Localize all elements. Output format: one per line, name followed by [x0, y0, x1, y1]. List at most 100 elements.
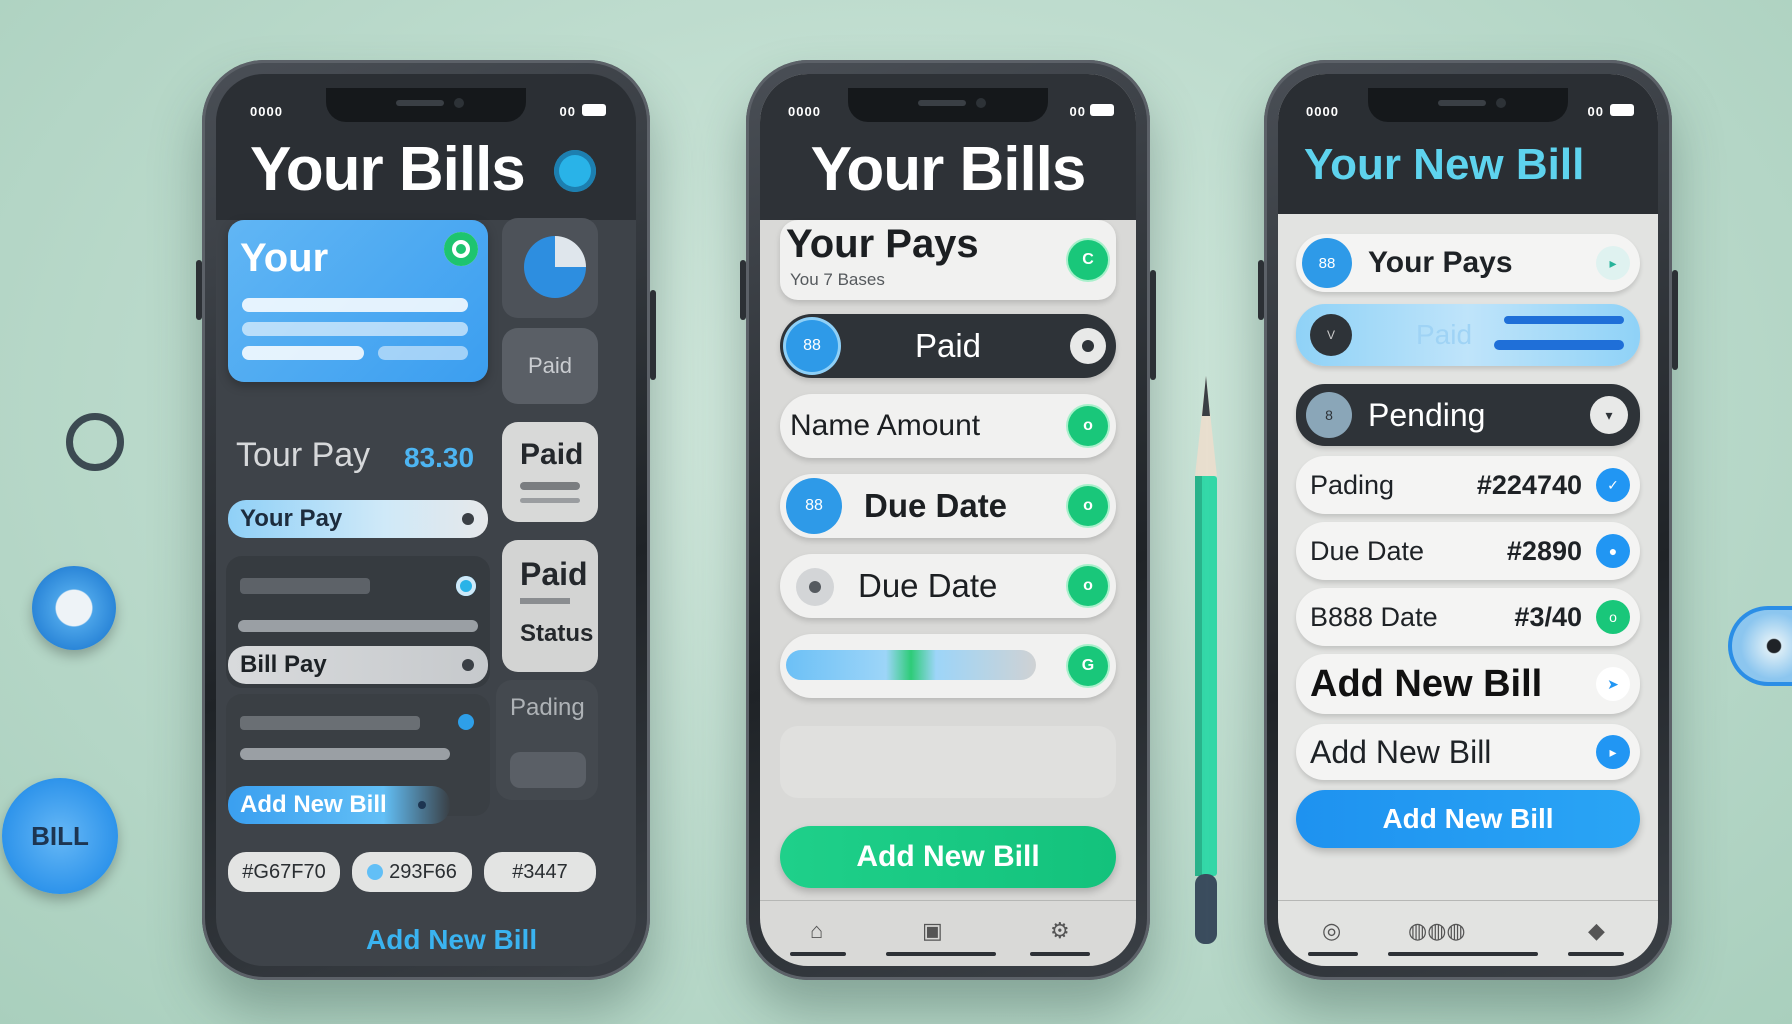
progress-bar [786, 650, 1036, 680]
phone-bills-dark: 0000 00 Your Bills Your Paid Paid Paid S… [196, 60, 656, 980]
phone3-screen: 0000 00 Your New Bill 88 Your Pays ▸ V P… [1278, 74, 1658, 966]
row-label: Paid [914, 327, 982, 364]
tile-label: Paid [527, 353, 573, 378]
code-chip-label: #G67F70 [242, 860, 326, 883]
due-date-row[interactable]: Due Date #2890 ● [1296, 522, 1640, 580]
row-label: Add New Bill [1310, 662, 1543, 705]
row-label: Name Amount [790, 409, 981, 442]
refresh-icon[interactable]: G [1068, 646, 1108, 686]
row-label: Due Date [858, 567, 998, 604]
bill-badge: BILL [2, 778, 118, 894]
paid-tile[interactable]: Paid [502, 422, 598, 522]
page-title: Your New Bill [1304, 140, 1585, 189]
due-date-row[interactable]: 88 Due Date o [780, 474, 1116, 538]
chart-tile[interactable] [502, 218, 598, 318]
battery-icon [1610, 104, 1634, 116]
phone2-screen: 0000 00 Your Bills Your Pays You 7 Bases… [760, 74, 1136, 966]
add-new-bill-button[interactable]: Add New Bill [780, 826, 1116, 888]
calendar-icon: 88 [786, 478, 842, 534]
wallet-icon[interactable]: ▣ [922, 918, 943, 944]
progress-row[interactable]: G [780, 634, 1116, 698]
status-signal: 00 [559, 104, 576, 119]
code-chip[interactable]: #3447 [484, 852, 596, 892]
status-icon: V [1310, 314, 1352, 356]
pending-tile[interactable]: Pading [496, 680, 598, 800]
add-new-bill-row[interactable]: Add New Bill ▸ [1296, 724, 1640, 780]
paid-row[interactable]: V Paid [1296, 304, 1640, 366]
home-icon[interactable]: ◎ [1322, 918, 1341, 944]
row-label: Due Date [864, 487, 1008, 524]
status-signal: 00 [1587, 104, 1604, 119]
phone-bills-light: 0000 00 Your Bills Your Pays You 7 Bases… [740, 60, 1156, 980]
arrow-icon[interactable]: ➤ [1596, 667, 1630, 701]
clock-knob-decoration [32, 566, 116, 650]
paid-row[interactable]: 88 Paid [780, 314, 1116, 378]
tab-bar: ⌂ ▣ ⚙ [760, 900, 1136, 966]
pending-row[interactable]: 8 Pending ▾ [1296, 384, 1640, 446]
tile-label: Paid [520, 556, 588, 592]
code-chip-label: 293F66 [389, 860, 457, 883]
add-new-bill-row[interactable]: Add New Bill ➤ [1296, 654, 1640, 714]
tile-label: Pading [510, 694, 585, 721]
ring-decoration [66, 413, 124, 471]
pay-amount: 83.30 [404, 442, 475, 473]
pading-row[interactable]: Pading #224740 ✓ [1296, 456, 1640, 514]
add-new-bill-button[interactable]: Add New Bill [1296, 790, 1640, 848]
your-pays-row[interactable]: Your Pays You 7 Bases C [780, 220, 1116, 300]
add-new-bill-pill[interactable]: Add New Bill [228, 786, 450, 824]
check-icon[interactable]: o [1068, 406, 1108, 446]
phone1-screen: 0000 00 Your Bills Your Paid Paid Paid S… [216, 74, 636, 966]
check-icon[interactable]: o [1068, 566, 1108, 606]
home-icon[interactable]: ⌂ [810, 918, 823, 944]
status-tile[interactable]: Paid Status [502, 540, 598, 672]
status-time: 0000 [788, 104, 821, 119]
pill-label: Your Pay [240, 505, 343, 532]
row-label: Pending [1368, 396, 1486, 433]
row-subtitle: You 7 Bases [790, 270, 885, 289]
paid-tile[interactable]: Paid [502, 328, 598, 404]
pending-icon: 8 [1306, 392, 1352, 438]
bill-pay-pill[interactable]: Bill Pay [228, 646, 488, 684]
check-icon[interactable]: ✓ [1596, 468, 1630, 502]
battery-icon [582, 104, 606, 116]
summary-card[interactable]: Your [228, 220, 488, 382]
pill-label: Add New Bill [240, 791, 387, 818]
name-amount-row[interactable]: Name Amount o [780, 394, 1116, 458]
button-label: Add New Bill [856, 840, 1040, 873]
tile-label: Status [520, 620, 594, 647]
row-number: #224740 [1476, 469, 1582, 500]
status-time: 0000 [1306, 104, 1339, 119]
water-drop-icon[interactable] [554, 150, 596, 192]
row-label: B888 Date [1310, 601, 1438, 632]
wallet-icon[interactable]: ◍◍◍ [1408, 918, 1466, 944]
radio-icon[interactable] [1070, 328, 1106, 364]
pie-chart-icon [524, 236, 586, 298]
card-title: Your [240, 236, 329, 280]
notification-icon[interactable]: ◆ [1588, 918, 1605, 944]
status-time: 0000 [250, 104, 283, 119]
refresh-icon[interactable]: o [1596, 600, 1630, 634]
play-icon[interactable]: ▸ [1596, 246, 1630, 280]
footer-add-new-bill-link[interactable]: Add New Bill [366, 924, 537, 956]
dot-icon[interactable]: ● [1596, 534, 1630, 568]
your-pay-pill[interactable]: Your Pay [228, 500, 488, 538]
date-row[interactable]: B888 Date #3/40 o [1296, 588, 1640, 646]
pay-label: Tour Pay [236, 436, 371, 474]
code-chip[interactable]: #G67F70 [228, 852, 340, 892]
row-label: Add New Bill [1310, 733, 1492, 770]
battery-icon [1090, 104, 1114, 116]
pay-action-icon[interactable]: C [1068, 240, 1108, 280]
button-label: Add New Bill [1382, 803, 1554, 834]
check-icon[interactable]: o [1068, 486, 1108, 526]
pill-label: Bill Pay [240, 651, 327, 678]
code-chip[interactable]: 293F66 [352, 852, 472, 892]
toggle-icon[interactable] [444, 232, 478, 266]
due-date-row[interactable]: Due Date o [780, 554, 1116, 618]
your-pays-row[interactable]: 88 Your Pays ▸ [1296, 234, 1640, 292]
settings-icon[interactable]: ⚙ [1050, 918, 1070, 944]
stylus-pencil [1195, 376, 1217, 944]
play-icon[interactable]: ▸ [1596, 735, 1630, 769]
chevron-down-icon[interactable]: ▾ [1590, 396, 1628, 434]
page-title: Your Bills [810, 135, 1087, 204]
account-icon: 88 [1302, 238, 1352, 288]
